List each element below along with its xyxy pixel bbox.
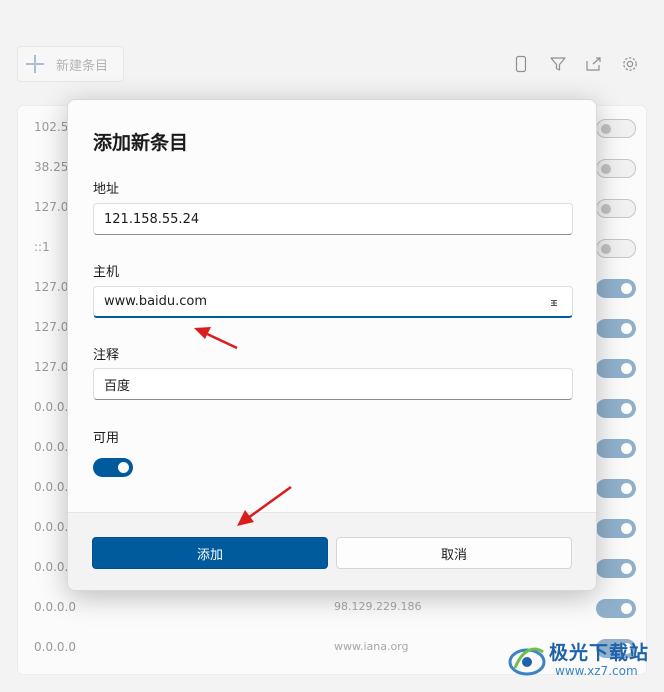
watermark-url: www.xz7.com <box>555 664 638 678</box>
annotation-arrow <box>204 331 238 350</box>
annotation-arrow <box>247 485 292 520</box>
annotation-arrowhead <box>237 510 254 526</box>
watermark-title: 极光下载站 <box>549 642 650 664</box>
annotation-arrows <box>194 327 292 526</box>
watermark-logo-icon <box>508 647 546 676</box>
site-watermark: 极光下载站 www.xz7.com <box>505 636 660 686</box>
annotation-arrowhead <box>194 327 211 339</box>
